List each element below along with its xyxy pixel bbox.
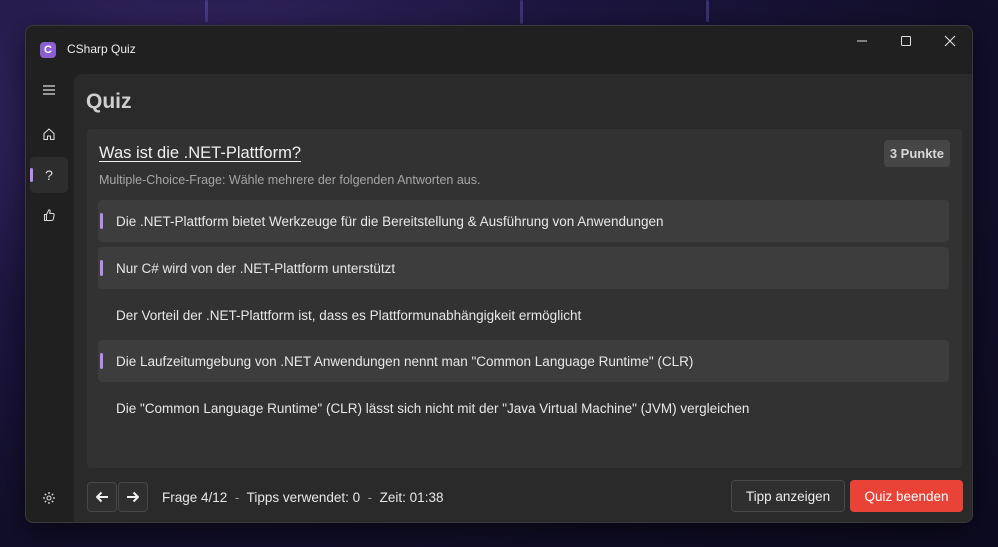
hamburger-icon [43,85,55,95]
app-window: C CSharp Quiz ? Quiz Was ist die .NET-Pl… [25,25,973,523]
answer-label: Die "Common Language Runtime" (CLR) läss… [116,400,750,416]
app-title: CSharp Quiz [67,42,136,56]
quiz-status: Frage 4/12 - Tipps verwendet: 0 - Zeit: … [162,490,443,505]
minimize-button[interactable] [840,26,884,56]
sidebar: ? [26,72,74,522]
close-button[interactable] [928,26,972,56]
answer-label: Die .NET-Plattform bietet Werkzeuge für … [116,213,664,229]
sidebar-item-like[interactable] [30,197,68,233]
window-controls [840,26,972,58]
background-streak [520,0,523,24]
answer-option-1[interactable]: Die .NET-Plattform bietet Werkzeuge für … [98,200,949,242]
minimize-icon [857,40,867,42]
gear-icon [43,492,55,504]
main-content: Quiz Was ist die .NET-Plattform? 3 Punkt… [74,74,972,522]
home-icon [43,128,55,141]
elapsed-time: Zeit: 01:38 [379,490,444,505]
maximize-button[interactable] [884,26,928,56]
question-text: Was ist die .NET-Plattform? [99,144,302,162]
answer-label: Der Vorteil der .NET-Plattform ist, dass… [116,307,582,323]
question-icon: ? [45,167,53,183]
question-instruction: Multiple-Choice-Frage: Wähle mehrere der… [99,173,481,187]
question-counter: Frage 4/12 [162,490,228,505]
question-card: Was ist die .NET-Plattform? 3 Punkte Mul… [87,129,962,468]
status-separator: - [367,490,373,505]
end-quiz-button[interactable]: Quiz beenden [850,480,963,512]
answer-option-2[interactable]: Nur C# wird von der .NET-Plattform unter… [98,247,949,289]
background-streak [706,0,709,22]
quiz-footer: Frage 4/12 - Tipps verwendet: 0 - Zeit: … [74,472,972,522]
answer-option-4[interactable]: Die Laufzeitumgebung von .NET Anwendunge… [98,340,949,382]
background-streak [205,0,208,22]
points-badge: 3 Punkte [883,140,950,167]
arrow-left-icon [96,491,108,503]
tips-used: Tipps verwendet: 0 [246,490,361,505]
close-icon [944,35,956,47]
answer-option-5[interactable]: Die "Common Language Runtime" (CLR) läss… [98,387,949,429]
sidebar-item-home[interactable] [30,116,68,152]
next-question-button[interactable] [118,482,148,512]
show-tip-button[interactable]: Tipp anzeigen [731,480,845,512]
answer-label: Nur C# wird von der .NET-Plattform unter… [116,260,396,276]
page-title: Quiz [86,90,132,113]
status-separator: - [234,490,240,505]
answer-option-3[interactable]: Der Vorteil der .NET-Plattform ist, dass… [98,294,949,336]
arrow-right-icon [127,491,139,503]
app-logo-icon: C [40,42,56,58]
sidebar-item-menu[interactable] [30,72,68,108]
maximize-icon [901,36,911,46]
answer-label: Die Laufzeitumgebung von .NET Anwendunge… [116,353,694,369]
sidebar-item-quiz[interactable]: ? [30,157,68,193]
thumbs-up-icon [43,209,55,222]
previous-question-button[interactable] [87,482,117,512]
title-bar[interactable]: C CSharp Quiz [26,26,972,72]
sidebar-item-settings[interactable] [30,480,68,516]
